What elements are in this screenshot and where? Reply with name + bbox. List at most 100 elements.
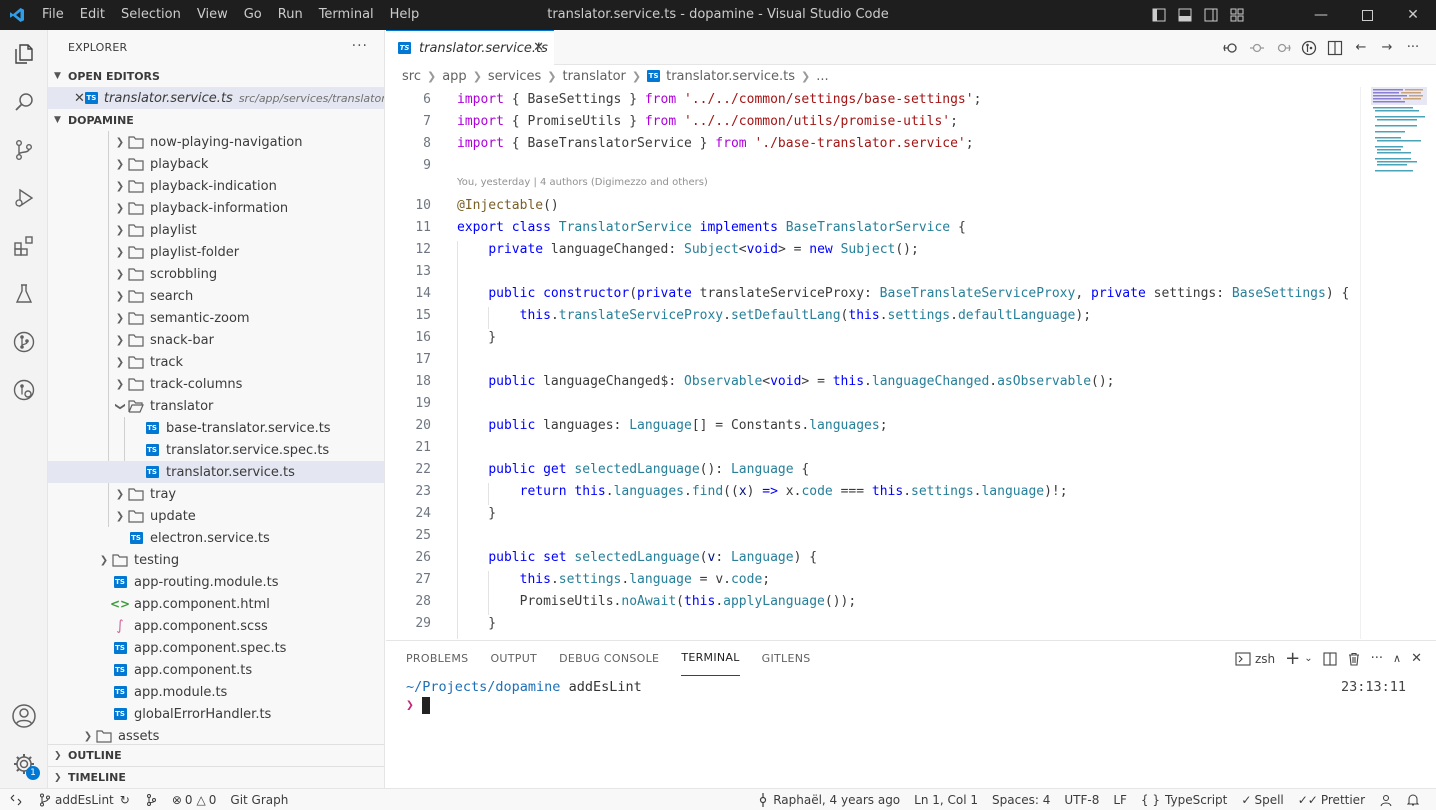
source-control-icon[interactable] [0, 126, 48, 174]
timeline-section[interactable]: ❯ TIMELINE [48, 766, 384, 788]
previous-revision-icon[interactable] [1244, 35, 1270, 61]
breadcrumb-translator[interactable]: translator [562, 69, 625, 84]
cursor-position[interactable]: Ln 1, Col 1 [907, 789, 985, 810]
split-editor-icon[interactable] [1322, 35, 1348, 61]
tab-problems[interactable]: PROBLEMS [406, 641, 468, 676]
more-actions-icon[interactable]: ··· [352, 38, 368, 54]
gitlens-commit-icon[interactable] [1296, 35, 1322, 61]
tree-folder-update[interactable]: ❯ update [48, 505, 384, 527]
close-window-icon[interactable]: ✕ [1390, 0, 1436, 30]
go-forward-icon[interactable]: → [1374, 35, 1400, 61]
tree-file-electron-service[interactable]: TS electron.service.ts [48, 527, 384, 549]
editor-tab-translator-service[interactable]: TS translator.service.ts ✕ [386, 30, 554, 65]
terminal-prompt[interactable]: ❯ [406, 697, 430, 714]
terminal-output[interactable]: ~/Projects/dopamine addEsLint [406, 679, 642, 695]
tree-file-app-component-spec[interactable]: TS app.component.spec.ts [48, 637, 384, 659]
sync-icon[interactable]: ↻ [120, 793, 130, 807]
tree-folder-tray[interactable]: ❯ tray [48, 483, 384, 505]
tree-file-app-routing-module[interactable]: TS app-routing.module.ts [48, 571, 384, 593]
menu-go[interactable]: Go [236, 0, 270, 30]
prettier-status[interactable]: ✓✓ Prettier [1291, 789, 1372, 810]
breadcrumb-services[interactable]: services [488, 69, 541, 84]
new-terminal-icon[interactable]: + [1285, 648, 1300, 669]
terminal-shell-selector[interactable]: zsh [1235, 652, 1275, 666]
eol-status[interactable]: LF [1106, 789, 1134, 810]
breadcrumb-app[interactable]: app [442, 69, 466, 84]
menu-help[interactable]: Help [382, 0, 428, 30]
tree-file-app-component-ts[interactable]: TS app.component.ts [48, 659, 384, 681]
tree-folder-search[interactable]: ❯ search [48, 285, 384, 307]
testing-icon[interactable] [0, 270, 48, 318]
toggle-sidebar-icon[interactable] [1146, 0, 1172, 30]
tree-folder-playlist-folder[interactable]: ❯ playlist-folder [48, 241, 384, 263]
close-tab-icon[interactable]: ✕ [533, 40, 544, 55]
open-changes-icon[interactable] [1218, 35, 1244, 61]
tab-debug-console[interactable]: DEBUG CONSOLE [559, 641, 659, 676]
spell-status[interactable]: ✓ Spell [1234, 789, 1290, 810]
explorer-icon[interactable] [0, 30, 48, 78]
minimap[interactable] [1360, 87, 1436, 639]
more-actions-icon[interactable]: ··· [1400, 35, 1426, 61]
outline-section[interactable]: ❯ OUTLINE [48, 744, 384, 766]
indentation-status[interactable]: Spaces: 4 [985, 789, 1057, 810]
encoding-status[interactable]: UTF-8 [1057, 789, 1106, 810]
tree-folder-translator[interactable]: ❯ translator [48, 395, 384, 417]
tree-folder-semantic-zoom[interactable]: ❯ semantic-zoom [48, 307, 384, 329]
customize-layout-icon[interactable] [1224, 0, 1250, 30]
branch-status[interactable]: addEsLint ↻ [32, 789, 137, 810]
gitlens-status-icon[interactable] [137, 789, 165, 810]
close-icon[interactable]: ✕ [74, 91, 85, 106]
search-icon[interactable] [0, 78, 48, 126]
go-back-icon[interactable]: ← [1348, 35, 1374, 61]
tree-folder-playback[interactable]: ❯ playback [48, 153, 384, 175]
manage-gear-icon[interactable]: 1 [0, 740, 48, 788]
gitlens-icon[interactable] [0, 318, 48, 366]
maximize-icon[interactable] [1344, 0, 1390, 30]
tree-folder-track[interactable]: ❯ track [48, 351, 384, 373]
tree-folder-playlist[interactable]: ❯ playlist [48, 219, 384, 241]
chevron-down-icon[interactable]: ⌄ [1304, 653, 1312, 664]
open-editor-item[interactable]: ✕ TS translator.service.ts src/app/servi… [48, 87, 384, 109]
remote-indicator-icon[interactable] [0, 789, 32, 810]
breadcrumb-file[interactable]: translator.service.ts [666, 69, 795, 84]
tab-output[interactable]: OUTPUT [490, 641, 537, 676]
tree-folder-snack-bar[interactable]: ❯ snack-bar [48, 329, 384, 351]
toggle-secondary-sidebar-icon[interactable] [1198, 0, 1224, 30]
tree-folder-scrobbling[interactable]: ❯ scrobbling [48, 263, 384, 285]
tab-terminal[interactable]: TERMINAL [681, 641, 740, 676]
split-terminal-icon[interactable] [1323, 651, 1337, 666]
git-graph-button[interactable]: Git Graph [223, 789, 295, 810]
tree-folder-now-playing-navigation[interactable]: ❯ now-playing-navigation [48, 131, 384, 153]
more-actions-icon[interactable]: ··· [1371, 651, 1383, 666]
menu-selection[interactable]: Selection [113, 0, 189, 30]
tree-folder-playback-indication[interactable]: ❯ playback-indication [48, 175, 384, 197]
accounts-icon[interactable] [0, 692, 48, 740]
code-editor[interactable]: 6 import { BaseSettings } from '../../com… [386, 87, 1360, 639]
tree-folder-track-columns[interactable]: ❯ track-columns [48, 373, 384, 395]
open-editors-section[interactable]: ▼ OPEN EDITORS [48, 65, 384, 87]
breadcrumb-src[interactable]: src [402, 69, 421, 84]
tree-file-global-error-handler[interactable]: TS globalErrorHandler.ts [48, 703, 384, 725]
minimize-icon[interactable]: — [1298, 0, 1344, 30]
toggle-panel-icon[interactable] [1172, 0, 1198, 30]
menu-run[interactable]: Run [270, 0, 311, 30]
menu-edit[interactable]: Edit [72, 0, 113, 30]
close-panel-icon[interactable]: ✕ [1411, 651, 1422, 666]
feedback-icon[interactable] [1372, 789, 1400, 810]
menu-terminal[interactable]: Terminal [311, 0, 382, 30]
run-debug-icon[interactable] [0, 174, 48, 222]
next-revision-icon[interactable] [1270, 35, 1296, 61]
codelens-authors[interactable]: You, yesterday | 4 authors (Digimezzo an… [457, 177, 708, 188]
tree-folder-testing[interactable]: ❯ testing [48, 549, 384, 571]
tree-file-app-component-html[interactable]: <> app.component.html [48, 593, 384, 615]
tree-file-base-translator-service[interactable]: TS base-translator.service.ts [48, 417, 384, 439]
tree-file-translator-service[interactable]: TS translator.service.ts [48, 461, 384, 483]
menu-view[interactable]: View [189, 0, 236, 30]
breadcrumb-symbol[interactable]: ... [816, 69, 828, 84]
kill-terminal-icon[interactable] [1347, 652, 1361, 666]
maximize-panel-icon[interactable]: ∧ [1393, 652, 1401, 665]
tree-file-app-component-scss[interactable]: ∫ app.component.scss [48, 615, 384, 637]
tree-folder-playback-information[interactable]: ❯ playback-information [48, 197, 384, 219]
tree-file-app-module[interactable]: TS app.module.ts [48, 681, 384, 703]
gitlens-inspect-icon[interactable] [0, 366, 48, 414]
